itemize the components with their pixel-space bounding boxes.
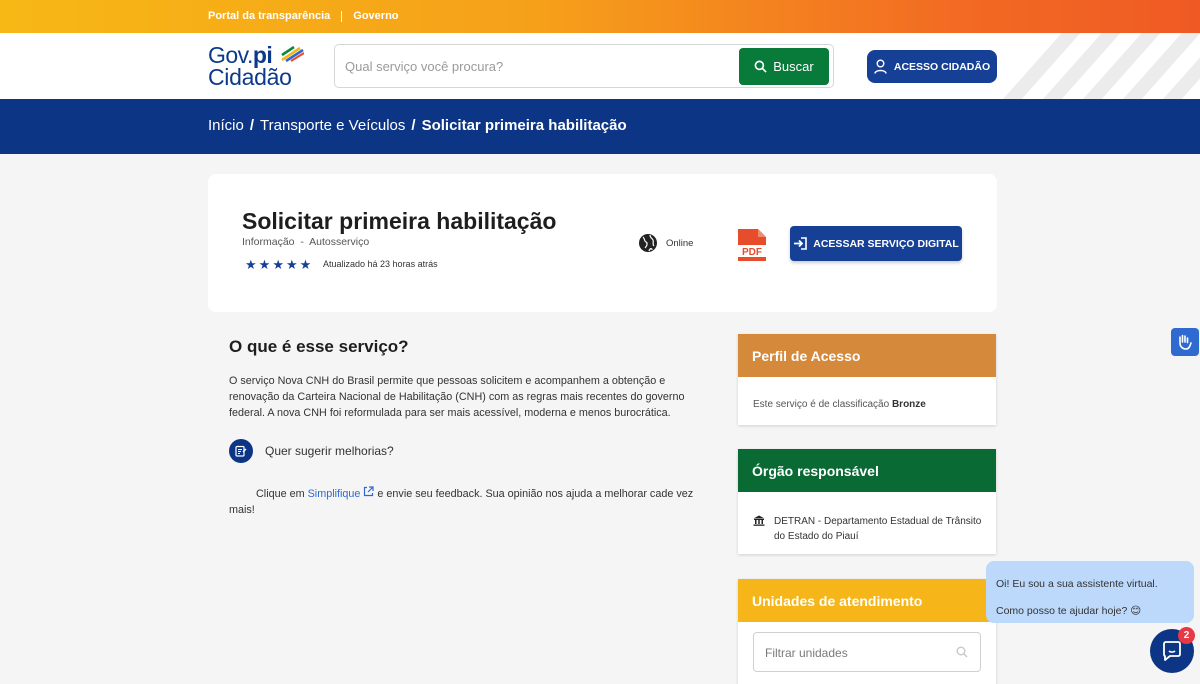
star-icon[interactable]: ★: [245, 257, 257, 273]
star-icon[interactable]: ★: [286, 257, 298, 273]
breadcrumb-separator: /: [411, 117, 416, 134]
access-profile-box: Perfil de Acesso Este serviço é de class…: [738, 334, 996, 425]
search-icon: [754, 60, 767, 73]
breadcrumb: Início / Transporte e Veículos / Solicit…: [208, 117, 627, 134]
edit-note-icon: [235, 445, 247, 457]
chat-notification-badge: 2: [1178, 627, 1195, 644]
assistant-message[interactable]: Oi! Eu sou a sua assistente virtual. Com…: [986, 561, 1194, 623]
breadcrumb-separator: /: [249, 117, 255, 134]
top-bar: Portal da transparência Governo: [0, 0, 1200, 33]
external-link-icon[interactable]: [363, 486, 375, 497]
suggest-icon-circle: [229, 439, 253, 463]
pdf-label: PDF: [742, 247, 762, 258]
header: Gov.pi Cidadão Buscar ACESSO CIDADÃO: [0, 33, 1200, 99]
top-links: Portal da transparência Governo: [208, 10, 399, 22]
top-link-divider: [341, 10, 343, 22]
user-icon: [874, 59, 887, 74]
access-profile-level: Bronze: [891, 399, 926, 410]
search-button[interactable]: Buscar: [739, 48, 829, 85]
service-units-title: Unidades de atendimento: [738, 579, 996, 622]
citizen-login-button[interactable]: ACESSO CIDADÃO: [867, 50, 997, 83]
sign-language-icon: [1179, 334, 1192, 350]
breadcrumb-category[interactable]: Transporte e Veículos: [260, 117, 405, 134]
govpi-logo[interactable]: Gov.pi Cidadão: [208, 43, 308, 91]
transparency-portal-link[interactable]: Portal da transparência: [208, 10, 330, 22]
citizen-login-label: ACESSO CIDADÃO: [893, 60, 991, 73]
assistant-line1: Oi! Eu sou a sua assistente virtual.: [996, 578, 1158, 590]
government-link[interactable]: Governo: [353, 10, 398, 22]
breadcrumb-bar: Início / Transporte e Veículos / Solicit…: [0, 99, 1200, 154]
search-button-label: Buscar: [773, 59, 814, 74]
feedback-before: Clique em: [256, 488, 308, 500]
channel-online: Online: [638, 233, 693, 253]
responsible-agency-box: Órgão responsável DETRAN - Departamento …: [738, 449, 996, 554]
suggest-improvements[interactable]: Quer sugerir melhorias?: [229, 439, 394, 463]
search-icon[interactable]: [956, 646, 968, 658]
responsible-agency-body: DETRAN - Departamento Estadual de Trânsi…: [738, 492, 996, 544]
about-title: O que é esse serviço?: [229, 337, 409, 356]
access-profile-text: Este serviço é de classificação: [753, 399, 892, 410]
filter-units-field: [753, 632, 981, 672]
sign-in-icon: [794, 237, 808, 250]
star-icon[interactable]: ★: [259, 257, 271, 273]
bank-icon: [753, 515, 765, 526]
breadcrumb-home[interactable]: Início: [208, 117, 244, 134]
simplifique-link[interactable]: Simplifique: [308, 488, 361, 500]
service-meta: Informação - Autosserviço: [242, 236, 370, 248]
access-profile-title: Perfil de Acesso: [738, 334, 996, 377]
updated-text: Atualizado há 23 horas atrás: [323, 259, 438, 269]
star-icon[interactable]: ★: [272, 257, 284, 273]
about-text: O serviço Nova CNH do Brasil permite que…: [229, 375, 685, 419]
rating-stars[interactable]: ★ ★ ★ ★ ★: [245, 257, 311, 273]
search-box: Buscar: [334, 44, 834, 88]
search-input[interactable]: [345, 55, 725, 77]
filter-units-input[interactable]: [765, 643, 945, 663]
responsible-agency-name: DETRAN - Departamento Estadual de Trânsi…: [774, 516, 982, 542]
logo-cidadao-text: Cidadão: [208, 64, 292, 90]
assistant-line2: Como posso te ajudar hoje? 😊: [996, 605, 1142, 617]
globe-icon: [639, 234, 657, 252]
service-units-box: Unidades de atendimento: [738, 579, 996, 684]
service-card: Solicitar primeira habilitação Informaçã…: [208, 174, 997, 312]
service-title: Solicitar primeira habilitação: [242, 208, 557, 234]
feedback-text: Clique em Simplifique e envie seu feedba…: [229, 486, 699, 518]
pdf-icon[interactable]: PDF: [736, 229, 768, 261]
logo-stripes-icon: [281, 46, 304, 62]
access-digital-service-button[interactable]: ACESSAR SERVIÇO DIGITAL: [790, 226, 962, 261]
star-icon[interactable]: ★: [300, 257, 312, 273]
channel-label: Online: [666, 237, 694, 249]
chat-icon: [1163, 641, 1181, 661]
responsible-agency-title: Órgão responsável: [738, 449, 996, 492]
sign-language-button[interactable]: [1171, 328, 1199, 356]
access-digital-service-label: ACESSAR SERVIÇO DIGITAL: [813, 237, 959, 250]
suggest-label: Quer sugerir melhorias?: [265, 444, 394, 458]
access-profile-body: Este serviço é de classificação Bronze: [738, 377, 996, 410]
breadcrumb-current: Solicitar primeira habilitação: [421, 117, 627, 134]
